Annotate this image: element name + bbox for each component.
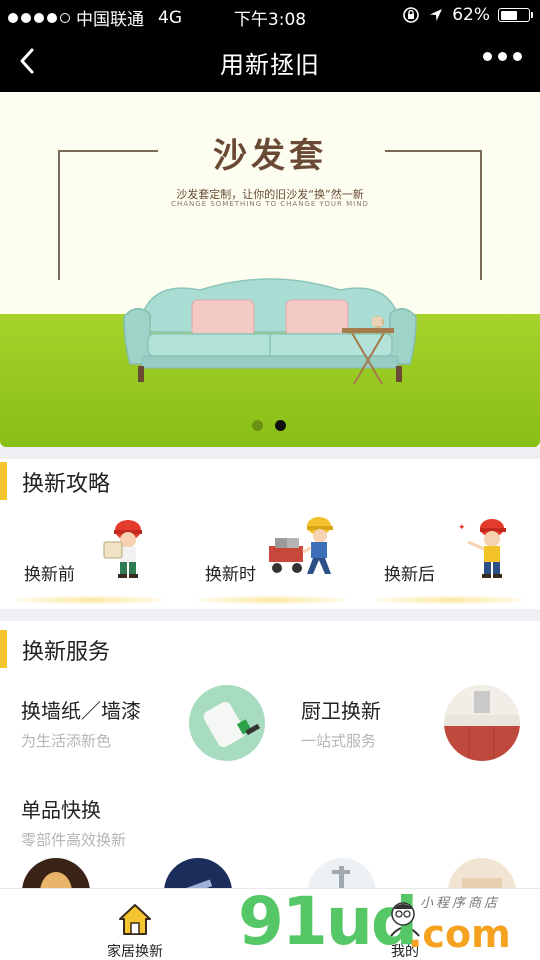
watermark-face-icon — [391, 902, 415, 926]
guide-item-after[interactable]: 换新后 ✦ — [376, 514, 536, 614]
service-name: 换墙纸／墙漆 — [21, 699, 141, 723]
service-single-item[interactable]: 单品快换 零部件高效换新 — [21, 794, 126, 850]
paint-roller-icon — [203, 701, 261, 748]
guide-item-underline — [376, 596, 526, 604]
guide-item-underline — [197, 596, 347, 604]
section-accent-bar — [0, 462, 7, 500]
service-desc: 为生活添新色 — [21, 732, 112, 750]
service-desc: 零部件高效换新 — [21, 831, 127, 849]
battery-icon — [498, 8, 533, 22]
battery-percent: 62% — [452, 5, 490, 25]
watermark-domain: .com — [408, 912, 511, 956]
service-kitchen-bath[interactable]: 厨卫换新 一站式服务 — [301, 695, 381, 751]
banner-subtitle-en: CHANGE SOMETHING TO CHANGE YOUR MIND — [171, 200, 369, 208]
watermark-tagline: 小程序商店 — [420, 896, 501, 911]
guide-section-title: 换新攻略 — [0, 462, 200, 500]
guide-item-label: 换新前 — [24, 565, 75, 585]
guide-item-label: 换新时 — [205, 565, 256, 585]
guide-item-label: 换新后 — [384, 565, 435, 585]
svg-text:✦: ✦ — [458, 523, 466, 533]
guide-item-underline — [16, 596, 166, 604]
banner-heading: 沙发套 — [213, 136, 327, 176]
service-name: 厨卫换新 — [301, 699, 381, 723]
sofa-illustration — [123, 278, 417, 385]
watermark-logo: 91ud .com 小程序商店 — [238, 886, 538, 960]
page-title: 用新拯旧 — [220, 51, 320, 79]
rotation-lock-icon — [403, 7, 420, 23]
navigation-bar: 用新拯旧 — [0, 30, 540, 92]
guide-item-during[interactable]: 换新时 — [197, 514, 357, 614]
banner-carousel[interactable]: 沙发套 沙发套定制，让你的旧沙发“换”然一新 CHANGE SOMETHING … — [0, 92, 540, 447]
service-desc: 一站式服务 — [301, 732, 377, 750]
guide-item-before[interactable]: 换新前 — [16, 514, 176, 614]
more-dots-icon[interactable] — [483, 52, 522, 61]
carousel-dot[interactable] — [275, 420, 286, 431]
service-name: 单品快换 — [21, 798, 101, 822]
worker-waving-icon: ✦ — [458, 519, 506, 578]
services-section-title: 换新服务 — [0, 630, 200, 668]
carousel-dot[interactable] — [252, 420, 263, 431]
section-divider — [0, 447, 540, 459]
location-arrow-icon — [430, 9, 443, 21]
service-wallpaper[interactable]: 换墙纸／墙漆 为生活添新色 — [21, 695, 141, 751]
services-title: 换新服务 — [22, 640, 111, 665]
status-bar: 中国联通 4G 下午3:08 62% — [0, 0, 540, 30]
kitchen-image[interactable] — [444, 685, 520, 761]
guide-title: 换新攻略 — [22, 472, 111, 497]
worker-reading-icon — [103, 520, 142, 578]
status-right: 62% — [402, 5, 533, 25]
tab-home-renew[interactable]: 家居换新 — [75, 889, 195, 960]
worker-pushing-cart-icon — [269, 517, 333, 574]
section-divider — [0, 609, 540, 621]
paint-roller-image[interactable] — [189, 685, 265, 761]
home-icon — [119, 904, 151, 935]
kitchen-icon — [444, 685, 520, 761]
section-accent-bar — [0, 630, 7, 668]
tab-label: 家居换新 — [107, 944, 163, 960]
carousel-indicators — [252, 420, 286, 431]
